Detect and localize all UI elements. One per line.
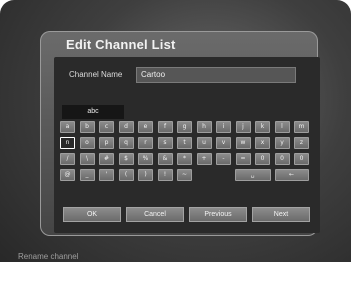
- key[interactable]: *: [177, 153, 192, 165]
- key[interactable]: #: [99, 153, 114, 165]
- frame-bottom: [0, 262, 351, 281]
- key[interactable]: q: [118, 137, 134, 149]
- key[interactable]: i: [216, 121, 231, 133]
- key[interactable]: j: [235, 121, 251, 133]
- key[interactable]: 0: [255, 153, 270, 165]
- backspace-key[interactable]: ←: [274, 169, 309, 181]
- key[interactable]: &: [157, 153, 173, 165]
- key[interactable]: _: [79, 169, 95, 181]
- key[interactable]: /: [60, 153, 75, 165]
- key[interactable]: 0: [294, 153, 309, 165]
- key[interactable]: c: [99, 121, 114, 133]
- key[interactable]: +: [196, 153, 212, 165]
- key[interactable]: %: [138, 153, 153, 165]
- key[interactable]: 0: [274, 153, 290, 165]
- key[interactable]: !: [157, 169, 173, 181]
- ok-button[interactable]: OK: [63, 207, 121, 222]
- key[interactable]: b: [79, 121, 95, 133]
- key[interactable]: w: [235, 137, 251, 149]
- key[interactable]: f: [157, 121, 173, 133]
- dialog-title: Edit Channel List: [66, 37, 176, 52]
- next-button[interactable]: Next: [252, 207, 310, 222]
- space-key[interactable]: ␣: [234, 169, 271, 181]
- key[interactable]: p: [99, 137, 114, 149]
- key[interactable]: d: [118, 121, 134, 133]
- key[interactable]: ~: [177, 169, 192, 181]
- key[interactable]: x: [255, 137, 270, 149]
- key[interactable]: z: [294, 137, 309, 149]
- key[interactable]: @: [60, 169, 75, 181]
- cancel-button[interactable]: Cancel: [126, 207, 184, 222]
- key[interactable]: =: [235, 153, 251, 165]
- key[interactable]: ': [99, 169, 114, 181]
- key[interactable]: \: [79, 153, 95, 165]
- key[interactable]: v: [216, 137, 231, 149]
- tv-screen: Edit Channel List Channel Name Cartoo ab…: [0, 0, 351, 281]
- key[interactable]: (: [118, 169, 134, 181]
- channel-name-input[interactable]: Cartoo: [136, 67, 296, 83]
- key[interactable]: o: [79, 137, 95, 149]
- key[interactable]: t: [177, 137, 192, 149]
- key[interactable]: e: [138, 121, 153, 133]
- key[interactable]: ): [138, 169, 153, 181]
- key[interactable]: $: [118, 153, 134, 165]
- previous-button[interactable]: Previous: [189, 207, 247, 222]
- key[interactable]: h: [196, 121, 212, 133]
- key[interactable]: s: [157, 137, 173, 149]
- key[interactable]: y: [274, 137, 290, 149]
- key[interactable]: l: [274, 121, 290, 133]
- status-hint: Rename channel: [18, 252, 79, 261]
- key[interactable]: r: [138, 137, 153, 149]
- key[interactable]: m: [294, 121, 309, 133]
- key[interactable]: a: [60, 121, 75, 133]
- input-mode-badge[interactable]: abc: [62, 105, 124, 119]
- key[interactable]: n: [60, 137, 75, 149]
- key[interactable]: g: [177, 121, 192, 133]
- channel-name-label: Channel Name: [69, 70, 123, 79]
- key[interactable]: k: [255, 121, 270, 133]
- key[interactable]: u: [196, 137, 212, 149]
- key[interactable]: -: [216, 153, 231, 165]
